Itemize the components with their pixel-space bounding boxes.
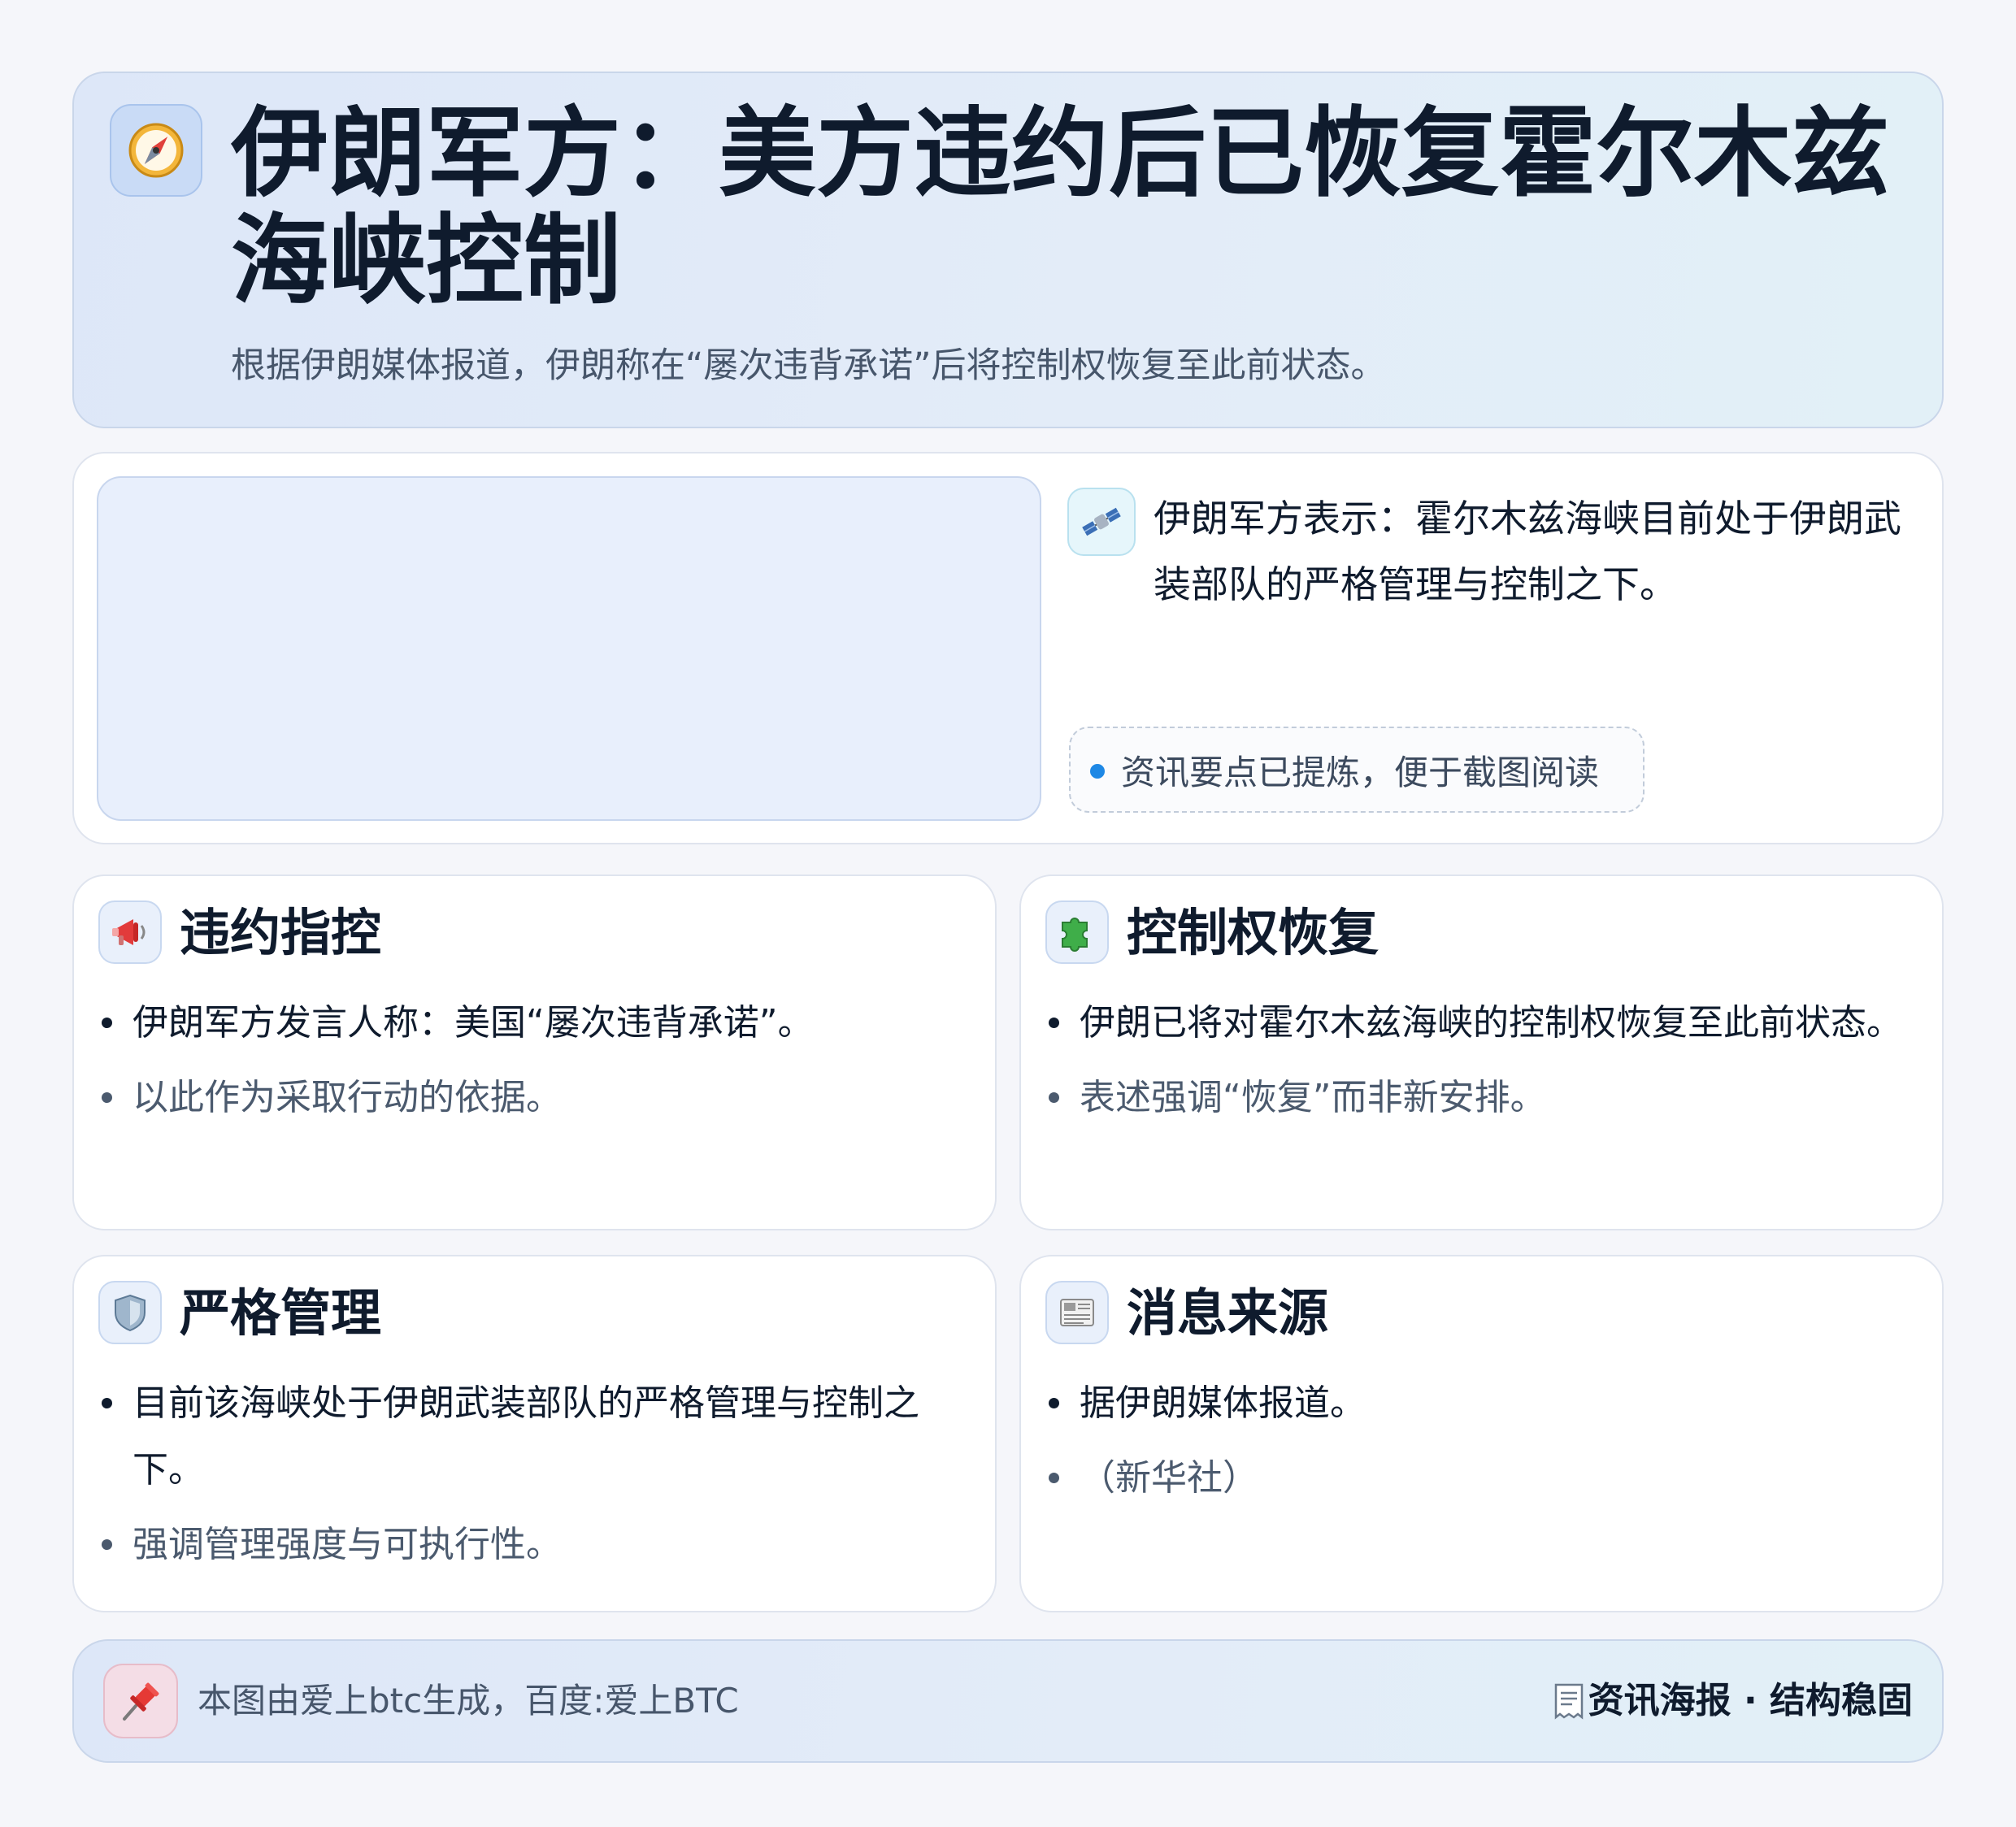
- summary-tag: 资讯要点已提炼，便于截图阅读: [1069, 727, 1645, 813]
- page-title: 伊朗军方：美方违约后已恢复霍尔木兹海峡控制: [231, 98, 1889, 318]
- puzzle-icon: [1045, 900, 1109, 964]
- bullet-list: 目前该海峡处于伊朗武装部队的严格管理与控制之下。 强调管理强度与可执行性。: [97, 1370, 962, 1586]
- footer-bar: 本图由爱上btc生成，百度:爱上BTC 资讯海报 · 结构稳固: [72, 1639, 1944, 1763]
- satellite-icon: [1067, 488, 1136, 556]
- section-card-control: 控制权恢复 伊朗已将对霍尔木兹海峡的控制权恢复至此前状态。 表述强调“恢复”而非…: [1019, 874, 1944, 1230]
- list-item: 表述强调“恢复”而非新安排。: [1044, 1065, 1910, 1131]
- section-title: 违约指控: [180, 903, 382, 962]
- section-card-source: 消息来源 据伊朗媒体报道。 （新华社）: [1019, 1255, 1944, 1612]
- intro-card: 伊朗军方表示：霍尔木兹海峡目前处于伊朗武装部队的严格管理与控制之下。 资讯要点已…: [72, 452, 1944, 844]
- section-card-violation: 违约指控 伊朗军方发言人称：美国“屡次违背承诺”。 以此作为采取行动的依据。: [72, 874, 997, 1230]
- bullet-list: 伊朗已将对霍尔木兹海峡的控制权恢复至此前状态。 表述强调“恢复”而非新安排。: [1044, 990, 1910, 1139]
- bullet-list: 据伊朗媒体报道。 （新华社）: [1044, 1370, 1910, 1520]
- footer-brand: 资讯海报 · 结构稳固: [1551, 1675, 1913, 1727]
- footer-credit: 本图由爱上btc生成，百度:爱上BTC: [198, 1681, 739, 1721]
- list-item: 伊朗已将对霍尔木兹海峡的控制权恢复至此前状态。: [1044, 990, 1910, 1057]
- summary-tag-label: 资讯要点已提炼，便于截图阅读: [1121, 752, 1600, 792]
- list-item: 据伊朗媒体报道。: [1044, 1370, 1910, 1437]
- list-item: 强调管理强度与可执行性。: [97, 1512, 962, 1578]
- receipt-icon: [1551, 1682, 1587, 1721]
- footer-brand-label: 资讯海报 · 结构稳固: [1588, 1680, 1913, 1721]
- list-item: 以此作为采取行动的依据。: [97, 1065, 962, 1131]
- image-placeholder: [97, 476, 1041, 821]
- pushpin-icon: [103, 1664, 178, 1738]
- section-title: 消息来源: [1127, 1283, 1329, 1343]
- header-card: 伊朗军方：美方违约后已恢复霍尔木兹海峡控制 根据伊朗媒体报道，伊朗称在“屡次违背…: [72, 72, 1944, 428]
- list-item: 目前该海峡处于伊朗武装部队的严格管理与控制之下。: [97, 1370, 962, 1504]
- section-title: 严格管理: [180, 1283, 382, 1343]
- megaphone-icon: [98, 900, 162, 964]
- intro-text: 伊朗军方表示：霍尔木兹海峡目前处于伊朗武装部队的严格管理与控制之下。: [1154, 497, 1901, 606]
- compass-icon: [110, 104, 202, 197]
- list-item: （新华社）: [1044, 1445, 1910, 1512]
- shield-icon: [98, 1281, 162, 1344]
- list-item: 伊朗军方发言人称：美国“屡次违背承诺”。: [97, 990, 962, 1057]
- page-subtitle: 根据伊朗媒体报道，伊朗称在“屡次违背承诺”后将控制权恢复至此前状态。: [231, 345, 1386, 386]
- section-title: 控制权恢复: [1127, 903, 1379, 962]
- bullet-list: 伊朗军方发言人称：美国“屡次违背承诺”。 以此作为采取行动的依据。: [97, 990, 962, 1139]
- bullet-dot: [1090, 764, 1105, 779]
- section-card-management: 严格管理 目前该海峡处于伊朗武装部队的严格管理与控制之下。 强调管理强度与可执行…: [72, 1255, 997, 1612]
- newspaper-icon: [1045, 1281, 1109, 1344]
